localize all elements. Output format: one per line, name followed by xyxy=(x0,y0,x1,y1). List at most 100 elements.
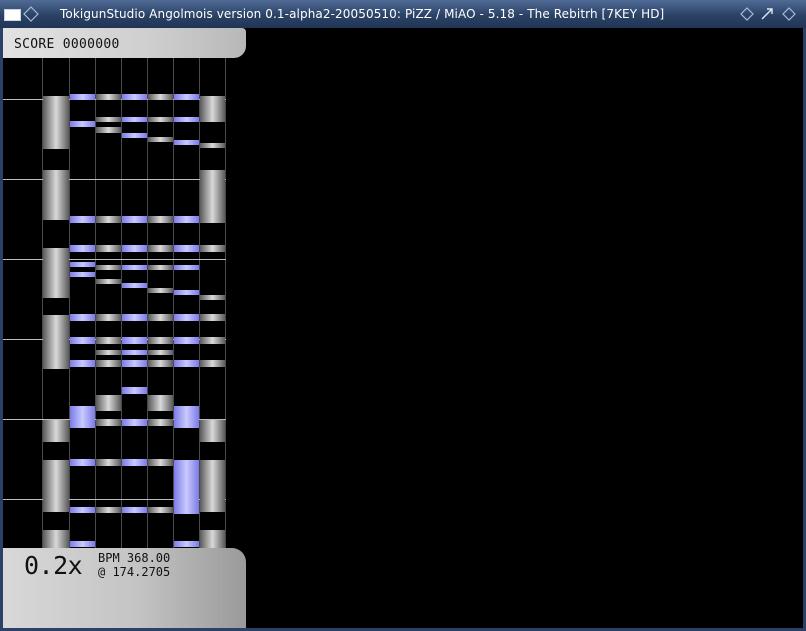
note xyxy=(200,216,225,223)
note xyxy=(96,94,121,100)
note xyxy=(96,360,121,367)
notes-grey xyxy=(96,94,225,513)
note xyxy=(96,507,121,513)
score-panel: SCORE 0000000 xyxy=(3,28,246,58)
note xyxy=(70,94,95,100)
long-note xyxy=(96,395,121,411)
note xyxy=(148,459,173,466)
note xyxy=(200,245,225,252)
note xyxy=(148,288,173,293)
note xyxy=(174,541,199,547)
long-note xyxy=(43,170,69,220)
note xyxy=(70,459,95,466)
note xyxy=(70,121,95,127)
note xyxy=(148,337,173,344)
long-note xyxy=(200,170,225,220)
long-note xyxy=(148,395,173,411)
note xyxy=(174,290,199,295)
note xyxy=(70,245,95,252)
note xyxy=(200,295,225,300)
score-readout: SCORE 0000000 xyxy=(14,37,120,52)
note xyxy=(70,314,95,321)
note xyxy=(148,419,173,426)
note xyxy=(96,127,121,133)
note xyxy=(122,337,147,344)
note xyxy=(96,245,121,252)
measure-lines xyxy=(3,99,226,500)
note xyxy=(122,419,147,426)
long-note xyxy=(43,530,69,548)
note xyxy=(96,350,121,355)
note xyxy=(96,314,121,321)
long-note xyxy=(43,315,69,369)
note xyxy=(122,117,147,122)
note xyxy=(148,117,173,122)
note xyxy=(148,137,173,142)
long-note xyxy=(43,420,69,442)
note xyxy=(122,507,147,513)
note xyxy=(122,459,147,466)
note xyxy=(70,216,95,223)
long-note xyxy=(174,460,199,514)
note xyxy=(122,94,147,100)
note xyxy=(70,541,95,547)
note xyxy=(148,94,173,100)
note xyxy=(148,507,173,513)
note xyxy=(122,133,147,138)
note xyxy=(122,265,147,270)
bpm-info: BPM 368.00 @ 174.2705 xyxy=(98,551,170,579)
note xyxy=(174,216,199,223)
note xyxy=(200,337,225,344)
note xyxy=(122,387,147,394)
note xyxy=(200,314,225,321)
long-note xyxy=(70,406,95,428)
note xyxy=(96,279,121,284)
long-note xyxy=(43,460,69,512)
speed-readout: 0.2x xyxy=(24,551,83,580)
note xyxy=(70,272,95,277)
note xyxy=(174,94,199,100)
note xyxy=(122,350,147,355)
note xyxy=(148,350,173,355)
note xyxy=(70,507,95,513)
note xyxy=(96,265,121,270)
long-note xyxy=(200,96,225,122)
note xyxy=(122,283,147,288)
note xyxy=(174,265,199,270)
long-note xyxy=(174,406,199,428)
note xyxy=(122,245,147,252)
note xyxy=(122,314,147,321)
bpm-readout: BPM 368.00 xyxy=(98,551,171,565)
note xyxy=(96,216,121,223)
note xyxy=(122,216,147,223)
note xyxy=(148,360,173,367)
note xyxy=(200,360,225,367)
note xyxy=(70,337,95,344)
long-note xyxy=(200,460,225,512)
long-note xyxy=(200,530,225,548)
note xyxy=(174,245,199,252)
playfield xyxy=(3,58,226,548)
note xyxy=(148,314,173,321)
note xyxy=(174,117,199,122)
note xyxy=(174,360,199,367)
note xyxy=(96,459,121,466)
note xyxy=(70,262,95,267)
note xyxy=(200,143,225,148)
note xyxy=(174,337,199,344)
note xyxy=(70,360,95,367)
note xyxy=(148,245,173,252)
note xyxy=(148,265,173,270)
long-note xyxy=(43,248,69,298)
long-note xyxy=(43,96,69,149)
note xyxy=(96,337,121,344)
note xyxy=(122,360,147,367)
position-readout: @ 174.2705 xyxy=(98,565,171,579)
note xyxy=(174,314,199,321)
note xyxy=(96,419,121,426)
note xyxy=(174,140,199,145)
long-note xyxy=(200,420,225,442)
note xyxy=(148,216,173,223)
note xyxy=(96,117,121,122)
status-panel: 0.2x BPM 368.00 @ 174.2705 xyxy=(3,548,246,628)
